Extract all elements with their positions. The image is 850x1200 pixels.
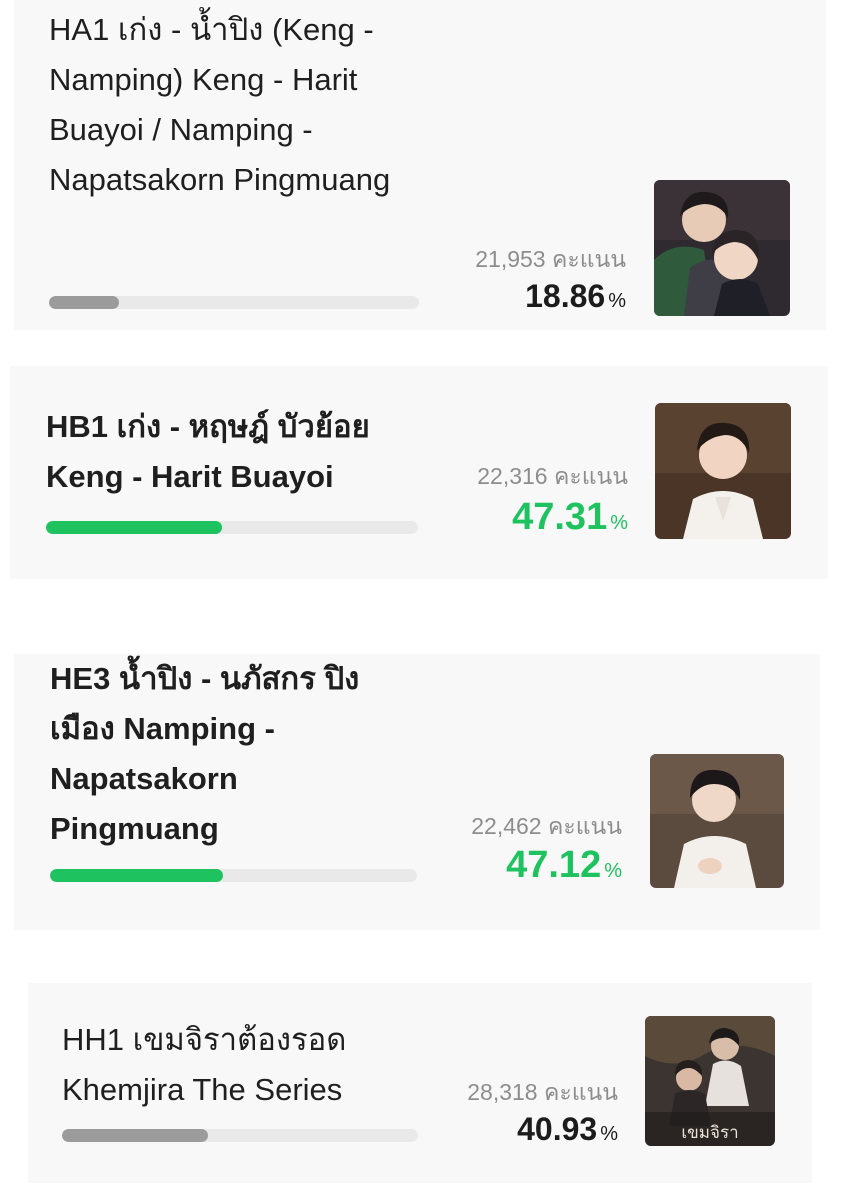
option-title: HE3 น้ำปิง - นภัสกร ปิงเมือง Namping - N…	[50, 661, 360, 846]
vote-progress-fill	[62, 1129, 208, 1142]
vote-percentage: 40.93%	[517, 1111, 618, 1148]
vote-progress-bar	[49, 296, 419, 309]
vote-percentage-value: 47.12	[506, 844, 602, 886]
vote-count: 22,462 คะแนน	[471, 813, 622, 839]
poster-title-text: เขมจิรา	[681, 1123, 738, 1143]
poll-option-card[interactable]: HB1 เก่ง - หฤษฎ์ บัวย้อย Keng - Harit Bu…	[10, 366, 828, 579]
percent-symbol: %	[608, 290, 626, 312]
vote-percentage: 47.12%	[506, 844, 622, 887]
poll-option-card[interactable]: HA1 เก่ง - น้ำปิง (Keng - Namping) Keng …	[14, 0, 826, 330]
option-title: HH1 เขมจิราต้องรอด Khemjira The Series	[62, 1022, 347, 1107]
series-poster: เขมจิรา	[645, 1016, 775, 1146]
percent-symbol: %	[600, 1123, 618, 1145]
vote-progress-fill	[50, 869, 223, 882]
poll-option-card[interactable]: HE3 น้ำปิง - นภัสกร ปิงเมือง Namping - N…	[14, 654, 820, 930]
percent-symbol: %	[604, 860, 622, 882]
option-title: HB1 เก่ง - หฤษฎ์ บัวย้อย Keng - Harit Bu…	[46, 409, 370, 494]
vote-progress-bar	[46, 521, 418, 534]
vote-percentage: 47.31%	[512, 496, 628, 539]
vote-count: 21,953 คะแนน	[475, 246, 626, 272]
vote-count: 28,318 คะแนน	[467, 1079, 618, 1105]
vote-percentage: 18.86%	[525, 278, 626, 315]
option-title: HA1 เก่ง - น้ำปิง (Keng - Namping) Keng …	[49, 12, 391, 197]
vote-progress-bar	[50, 869, 417, 882]
couple-photo	[654, 180, 790, 316]
poll-option-card[interactable]: HH1 เขมจิราต้องรอด Khemjira The Series 2…	[28, 983, 812, 1183]
vote-progress-bar	[62, 1129, 418, 1142]
vote-progress-fill	[46, 521, 222, 534]
vote-percentage-value: 47.31	[512, 496, 608, 538]
vote-percentage-value: 18.86	[525, 278, 606, 314]
vote-count: 22,316 คะแนน	[477, 463, 628, 489]
portrait-photo-namping	[650, 754, 784, 888]
vote-percentage-value: 40.93	[517, 1111, 598, 1147]
percent-symbol: %	[610, 512, 628, 534]
portrait-photo-keng	[655, 403, 791, 539]
vote-progress-fill	[49, 296, 119, 309]
